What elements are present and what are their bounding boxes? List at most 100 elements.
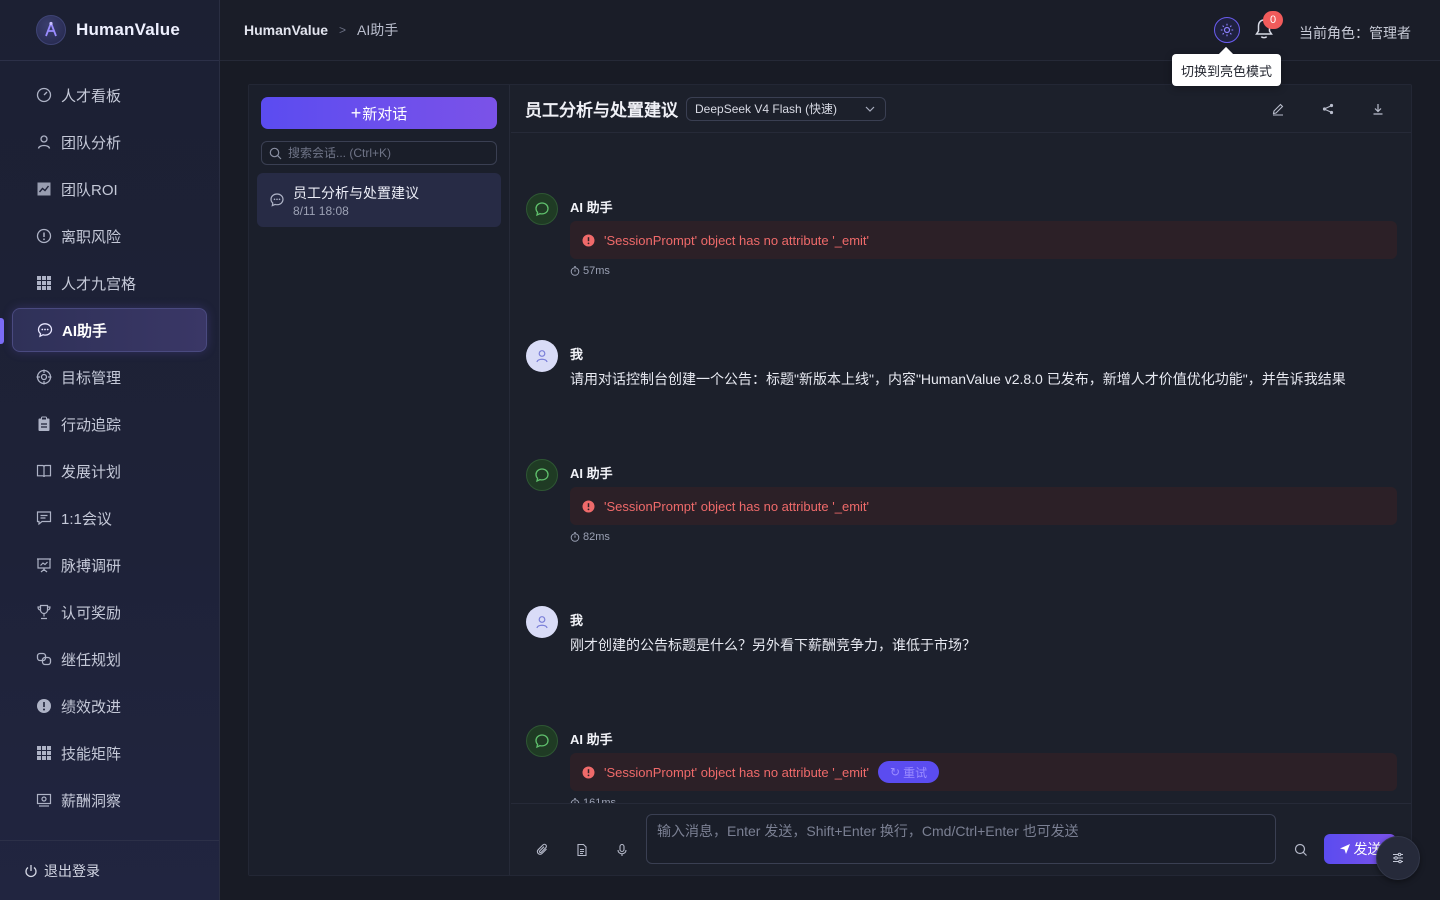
sun-icon (1220, 23, 1234, 37)
sliders-icon (1393, 852, 1403, 864)
sidebar-item-compensation-insight[interactable]: 薪酬洞察 (12, 778, 207, 822)
message-input-box (646, 814, 1276, 864)
ai-avatar-icon (526, 193, 558, 225)
model-select[interactable]: DeepSeek V4 Flash (快速) (686, 96, 886, 121)
response-time-value: 82ms (583, 531, 610, 543)
model-select-value: DeepSeek V4 Flash (快速) (695, 102, 838, 116)
message-text: 刚才创建的公告标题是什么？另外看下薪酬竞争力，谁低于市场？ (570, 637, 976, 653)
current-role[interactable]: 当前角色：管理者 (1299, 23, 1411, 43)
conversation-title: 员工分析与处置建议 (293, 184, 419, 201)
edit-button[interactable] (1270, 101, 1286, 117)
sidebar-item-goal-management[interactable]: 目标管理 (12, 355, 207, 399)
sidebar-item-skill-matrix[interactable]: 技能矩阵 (12, 731, 207, 775)
theme-toggle-button[interactable] (1214, 17, 1240, 43)
logo-icon (36, 15, 66, 45)
error-message: 'SessionPrompt' object has no attribute … (570, 753, 1397, 791)
brand[interactable]: HumanValue (0, 0, 219, 61)
chat-panel: + 新对话 员工分析与处置建议 8/11 18:08 员工分析与处置建议 Dee… (248, 84, 1412, 876)
user-icon (36, 134, 52, 150)
sender-name: AI 助手 (570, 466, 613, 481)
sidebar-item-label: 绩效改进 (61, 698, 122, 716)
sender-name: 我 (570, 613, 584, 628)
error-text: 'SessionPrompt' object has no attribute … (604, 498, 870, 514)
sidebar-item-recognition[interactable]: 认可奖励 (12, 590, 207, 634)
alert-circle-icon (36, 228, 52, 244)
logout-label: 退出登录 (44, 862, 100, 879)
sidebar-item-nine-box[interactable]: 人才九宫格 (12, 261, 207, 305)
share-button[interactable] (1320, 101, 1336, 117)
response-time-value: 57ms (583, 265, 610, 277)
message-input[interactable] (657, 821, 1265, 857)
error-message: 'SessionPrompt' object has no attribute … (570, 221, 1397, 259)
sidebar-item-team-roi[interactable]: 团队ROI (12, 167, 207, 211)
search-input[interactable] (288, 146, 488, 160)
grid-icon (36, 745, 52, 761)
response-time: 57ms (570, 265, 610, 277)
sidebar-item-label: 目标管理 (61, 369, 122, 387)
sidebar-item-label: 1:1会议 (61, 510, 112, 528)
response-time: 82ms (570, 531, 610, 543)
retry-button[interactable]: ↻ 重试 (878, 761, 940, 783)
sidebar-item-action-tracking[interactable]: 行动追踪 (12, 402, 207, 446)
sidebar-item-label: 团队分析 (61, 134, 122, 152)
breadcrumb-current: AI助手 (357, 22, 399, 38)
chart-icon (36, 181, 52, 197)
sidebar-item-talent-dashboard[interactable]: 人才看板 (12, 73, 207, 117)
search-messages-button[interactable] (1293, 842, 1309, 858)
trophy-icon (36, 604, 52, 620)
sidebar-item-team-analysis[interactable]: 团队分析 (12, 120, 207, 164)
retry-label: 重试 (903, 765, 928, 780)
ai-avatar-icon (526, 459, 558, 491)
voice-button[interactable] (614, 842, 630, 858)
plus-icon: + (350, 103, 362, 123)
conversation-list: + 新对话 员工分析与处置建议 8/11 18:08 (249, 85, 510, 875)
error-icon (582, 234, 595, 247)
error-text: 'SessionPrompt' object has no attribute … (604, 232, 870, 248)
export-button[interactable] (1370, 101, 1386, 117)
message-text: 请用对话控制台创建一个公告：标题"新版本上线"，内容"HumanValue v2… (570, 371, 1346, 387)
document-button[interactable] (574, 842, 590, 858)
ai-avatar-icon (526, 725, 558, 757)
sidebar-item-label: 团队ROI (61, 181, 118, 199)
breadcrumb-root[interactable]: HumanValue (244, 22, 328, 38)
conversation-item[interactable]: 员工分析与处置建议 8/11 18:08 (257, 173, 501, 227)
clipboard-icon (36, 416, 52, 432)
sidebar-nav: 人才看板 团队分析 团队ROI 离职风险 人才九宫格 AI助手 目标管理 行动追… (0, 61, 219, 822)
conversation-time: 8/11 18:08 (293, 203, 349, 218)
active-indicator (0, 318, 4, 344)
new-chat-button[interactable]: + 新对话 (261, 97, 497, 129)
sidebar-item-development-plan[interactable]: 发展计划 (12, 449, 207, 493)
theme-tooltip: 切换到亮色模式 (1172, 54, 1281, 86)
sidebar-item-pulse-survey[interactable]: 脉搏调研 (12, 543, 207, 587)
target-icon (36, 369, 52, 385)
attach-button[interactable] (535, 842, 551, 858)
settings-fab-button[interactable] (1376, 836, 1420, 880)
notification-badge: 0 (1263, 11, 1283, 29)
breadcrumb: HumanValue > AI助手 (244, 20, 398, 40)
sidebar-item-label: 继任规划 (61, 651, 122, 669)
sidebar-item-succession[interactable]: 继任规划 (12, 637, 207, 681)
chat-bubble-icon (269, 192, 285, 208)
message-composer: 发送 (511, 803, 1411, 875)
error-message: 'SessionPrompt' object has no attribute … (570, 487, 1397, 525)
search-icon (1294, 843, 1307, 856)
sidebar-item-label: 行动追踪 (61, 416, 122, 434)
top-header: HumanValue > AI助手 0 当前角色：管理者 (220, 0, 1440, 61)
sidebar-item-performance-improvement[interactable]: 绩效改进 (12, 684, 207, 728)
timer-icon (570, 532, 580, 542)
sidebar-item-ai-assistant[interactable]: AI助手 (12, 308, 207, 352)
exclamation-icon (36, 698, 52, 714)
dashboard-icon (36, 87, 52, 103)
paperclip-icon (536, 843, 547, 855)
sidebar-item-one-on-one[interactable]: 1:1会议 (12, 496, 207, 540)
sidebar-item-attrition-risk[interactable]: 离职风险 (12, 214, 207, 258)
document-icon (577, 843, 587, 857)
sidebar-item-label: 认可奖励 (61, 604, 122, 622)
sidebar-item-label: 技能矩阵 (61, 745, 122, 763)
edit-icon (1272, 103, 1284, 116)
new-chat-label: 新对话 (362, 105, 408, 123)
sidebar-item-label: 人才看板 (61, 87, 122, 105)
share-icon (1322, 103, 1334, 115)
logout-button[interactable]: 退出登录 (0, 840, 219, 900)
sidebar-item-label: 离职风险 (61, 228, 122, 246)
